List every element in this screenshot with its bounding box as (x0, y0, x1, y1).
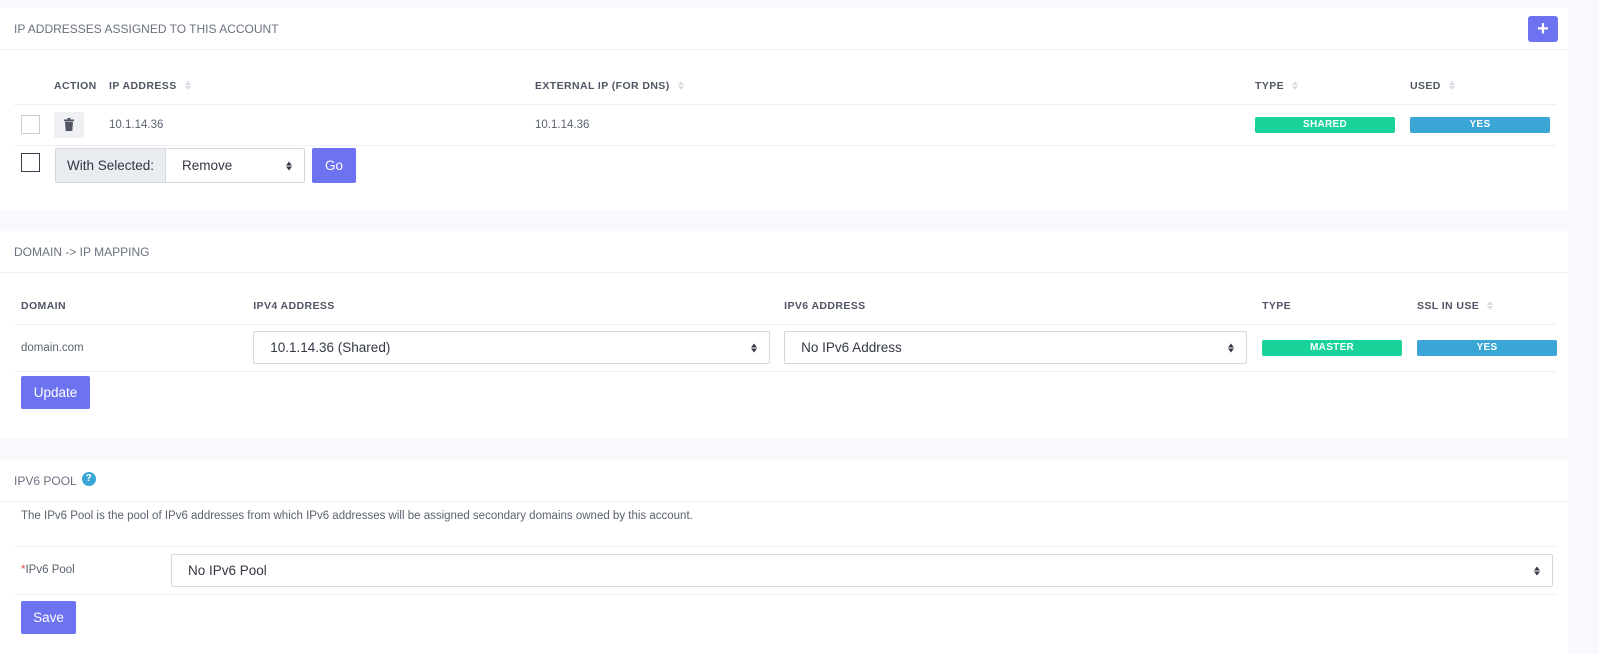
row-checkbox[interactable] (21, 115, 40, 134)
column-header-action: ACTION (47, 68, 102, 105)
table-row: domain.com 10.1.14.36 (Shared) No IPv6 A… (14, 324, 1557, 372)
with-selected-label: With Selected: (56, 149, 166, 182)
sort-icon[interactable] (1487, 300, 1494, 311)
sort-icon[interactable] (1292, 80, 1299, 91)
sort-icon[interactable] (677, 80, 684, 91)
column-header-ipv6: IPV6 ADDRESS (777, 288, 1256, 325)
select-caret-icon (286, 160, 292, 171)
question-icon[interactable]: ? (81, 471, 96, 486)
ipv6-pool-description: The IPv6 Pool is the pool of IPv6 addres… (21, 510, 693, 522)
column-header-external-ip[interactable]: EXTERNAL IP (FOR DNS) (528, 68, 1248, 105)
external-ip-cell: 10.1.14.36 (528, 104, 1248, 146)
panel-title: DOMAIN -> IP MAPPING (14, 244, 150, 259)
domain-cell: domain.com (14, 324, 247, 372)
select-caret-icon (751, 342, 758, 353)
domain-ip-mapping-header: DOMAIN -> IP MAPPING (0, 231, 1568, 273)
save-button[interactable]: Save (21, 601, 76, 634)
divider (14, 546, 1557, 547)
ip-address-cell: 10.1.14.36 (102, 104, 528, 146)
go-button[interactable]: Go (312, 148, 356, 183)
plus-icon: + (1537, 18, 1549, 40)
delete-ip-button[interactable] (54, 111, 84, 138)
ipv6-pool-select[interactable]: No IPv6 Pool (171, 554, 1553, 587)
ip-addresses-table: ACTION IP ADDRESS EXTERNAL IP (FOR DNS) … (14, 68, 1557, 146)
sort-icon[interactable] (184, 80, 191, 91)
ssl-badge: YES (1416, 339, 1557, 356)
update-button[interactable]: Update (21, 376, 90, 409)
add-ip-button[interactable]: + (1528, 16, 1558, 42)
bulk-action-select[interactable]: Remove (166, 149, 304, 182)
ipv6-pool-field-label: *IPv6 Pool (21, 564, 75, 576)
ipv6-pool-panel: IPV6 POOL ? The IPv6 Pool is the pool of… (0, 460, 1568, 654)
column-header-domain: DOMAIN (14, 288, 247, 325)
select-caret-icon (1534, 565, 1540, 576)
table-row: 10.1.14.36 10.1.14.36 SHARED YES (14, 104, 1557, 146)
column-header-type[interactable]: TYPE (1248, 68, 1403, 105)
divider (14, 594, 1557, 595)
domain-mapping-table: DOMAIN IPV4 ADDRESS IPV6 ADDRESS TYPE SS… (14, 288, 1557, 372)
table-header-row: DOMAIN IPV4 ADDRESS IPV6 ADDRESS TYPE SS… (14, 288, 1557, 325)
table-header-row: ACTION IP ADDRESS EXTERNAL IP (FOR DNS) … (14, 68, 1557, 105)
ip-addresses-panel: IP ADDRESSES ASSIGNED TO THIS ACCOUNT + … (0, 8, 1568, 210)
ipv6-pool-header: IPV6 POOL ? (0, 460, 1568, 502)
panel-title: IPV6 POOL (14, 473, 77, 488)
ipv4-select[interactable]: 10.1.14.36 (Shared) (253, 331, 771, 364)
type-badge: SHARED (1255, 116, 1395, 133)
column-header-ip-address[interactable]: IP ADDRESS (102, 68, 528, 105)
trash-icon (64, 118, 74, 131)
sort-icon[interactable] (1449, 80, 1456, 91)
panel-title: IP ADDRESSES ASSIGNED TO THIS ACCOUNT (14, 21, 279, 36)
column-header-ssl[interactable]: SSL IN USE (1409, 288, 1557, 325)
used-badge: YES (1410, 116, 1550, 133)
with-selected-group: With Selected: Remove (55, 148, 305, 183)
ip-addresses-header: IP ADDRESSES ASSIGNED TO THIS ACCOUNT + (0, 8, 1568, 50)
column-header-ipv4: IPV4 ADDRESS (246, 288, 778, 325)
column-header-type: TYPE (1255, 288, 1410, 325)
select-caret-icon (1228, 342, 1235, 353)
domain-ip-mapping-panel: DOMAIN -> IP MAPPING DOMAIN IPV4 ADDRESS… (0, 231, 1568, 438)
select-all-checkbox[interactable] (21, 153, 40, 172)
ipv6-select[interactable]: No IPv6 Address (784, 331, 1248, 364)
column-header-used[interactable]: USED (1403, 68, 1557, 105)
type-badge: MASTER (1262, 339, 1403, 356)
